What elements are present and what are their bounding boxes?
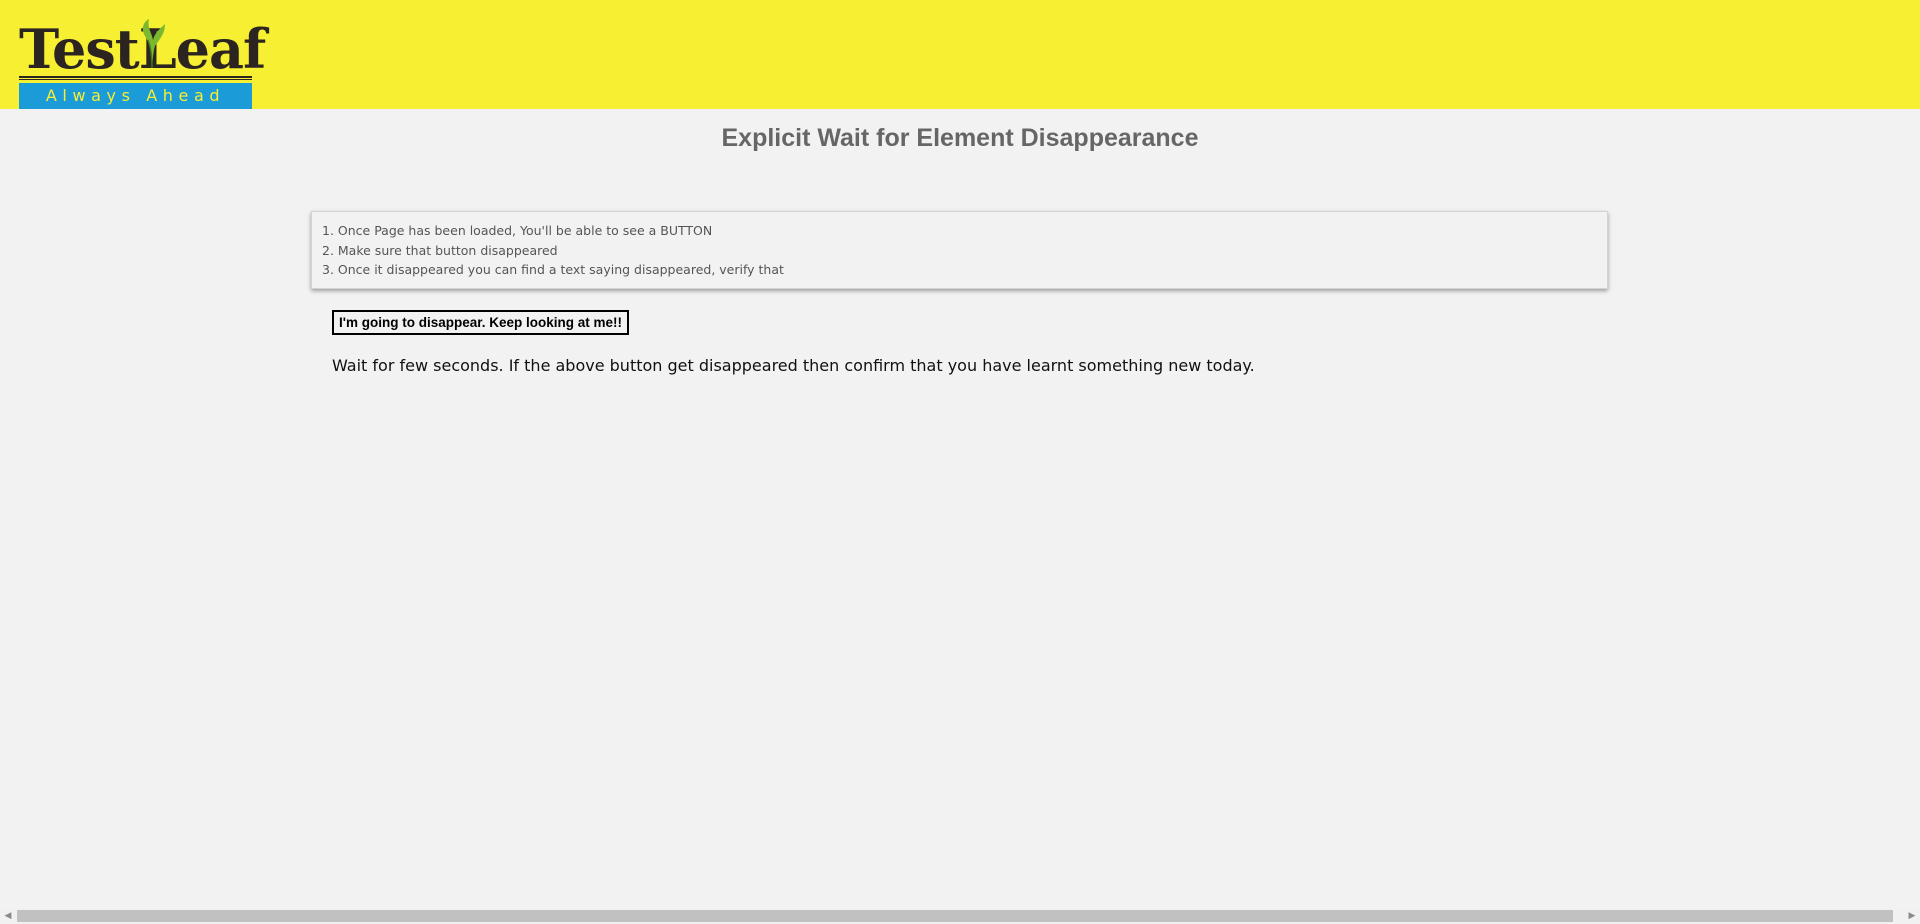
instruction-line: 1. Once Page has been loaded, You'll be …: [322, 223, 713, 238]
logo-divider: [19, 76, 252, 80]
page-header: TestLeaf Always Ahead: [0, 0, 1920, 109]
instruction-line: 3. Once it disappeared you can find a te…: [322, 262, 784, 277]
instruction-line: 2. Make sure that button disappeared: [322, 242, 558, 258]
horizontal-scrollbar[interactable]: ◀ ▶: [0, 908, 1920, 924]
page-title: Explicit Wait for Element Disappearance: [721, 124, 1199, 152]
logo-tagline: Always Ahead: [19, 83, 252, 109]
logo-wordmark-area: TestLeaf: [19, 18, 266, 84]
wait-message: Wait for few seconds. If the above butto…: [332, 356, 1255, 375]
scroll-right-arrow-icon[interactable]: ▶: [1904, 908, 1920, 924]
testleaf-logo[interactable]: TestLeaf Always Ahead: [19, 18, 266, 109]
instructions-box: 1. Once Page has been loaded, You'll be …: [311, 211, 1608, 289]
scrollbar-thumb[interactable]: [17, 910, 1893, 922]
scroll-left-arrow-icon[interactable]: ◀: [0, 908, 16, 924]
leaf-icon: [142, 19, 165, 69]
disappearing-button[interactable]: I'm going to disappear. Keep looking at …: [332, 310, 629, 335]
